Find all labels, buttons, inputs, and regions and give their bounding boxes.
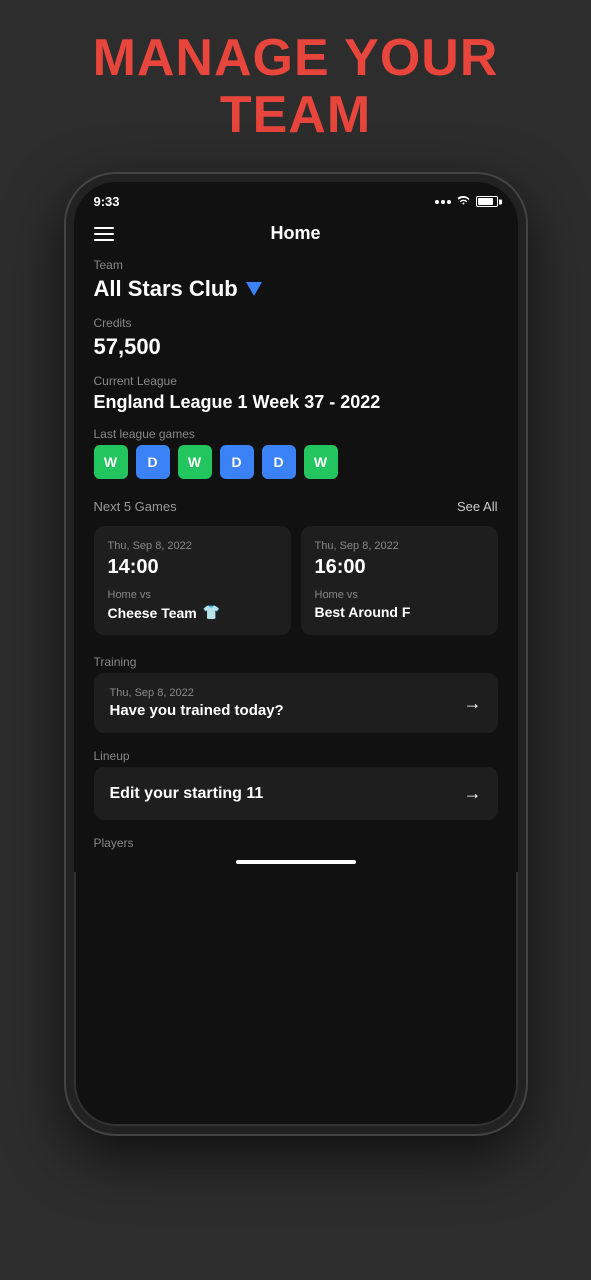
home-indicator	[236, 860, 356, 864]
jersey-icon: 👕	[203, 604, 220, 621]
team-label: Team	[94, 258, 498, 272]
last-games-label: Last league games	[94, 427, 498, 441]
status-bar: 9:33	[74, 182, 518, 215]
status-time: 9:33	[94, 194, 120, 209]
phone-screen: 9:33 Home	[74, 182, 518, 872]
lineup-card[interactable]: Edit your starting 11 →	[94, 767, 498, 820]
credits-value: 57,500	[94, 334, 498, 360]
players-label: Players	[94, 836, 498, 850]
main-content: Team All Stars Club Credits 57,500 Curre…	[74, 258, 518, 850]
game-time: 14:00	[108, 556, 277, 579]
wifi-icon	[456, 195, 471, 209]
lineup-section: Lineup Edit your starting 11 →	[94, 749, 498, 820]
games-row: Thu, Sep 8, 2022 14:00 Home vs Cheese Te…	[94, 526, 498, 635]
page-headline: MANAGE YOUR TEAM	[93, 30, 499, 174]
lineup-title: Edit your starting 11	[110, 785, 264, 803]
league-label: Current League	[94, 374, 498, 388]
game-date: Thu, Sep 8, 2022	[315, 540, 484, 552]
result-badge: D	[262, 445, 296, 479]
status-icons	[435, 195, 498, 209]
training-date: Thu, Sep 8, 2022	[110, 687, 284, 699]
hamburger-button[interactable]	[94, 227, 114, 241]
game-home-vs: Home vs	[315, 589, 484, 601]
training-title: Have you trained today?	[110, 702, 284, 719]
next-games-title: Next 5 Games	[94, 499, 177, 514]
game-card[interactable]: Thu, Sep 8, 2022 16:00 Home vs Best Arou…	[301, 526, 498, 635]
credits-label: Credits	[94, 316, 498, 330]
shield-icon	[246, 282, 262, 296]
last-games-section: Last league games WDWDDW	[94, 427, 498, 479]
battery-icon	[476, 196, 498, 207]
app-header: Home	[74, 215, 518, 258]
result-badge: D	[136, 445, 170, 479]
next-games-header: Next 5 Games See All	[94, 499, 498, 514]
result-badge: W	[94, 445, 128, 479]
training-arrow-icon: →	[464, 693, 482, 714]
league-section: Current League England League 1 Week 37 …	[94, 374, 498, 413]
result-badge: W	[178, 445, 212, 479]
header-title: Home	[270, 223, 320, 244]
result-badge: W	[304, 445, 338, 479]
game-date: Thu, Sep 8, 2022	[108, 540, 277, 552]
training-section: Training Thu, Sep 8, 2022 Have you train…	[94, 655, 498, 733]
headline-line1: MANAGE YOUR	[93, 29, 499, 87]
league-value: England League 1 Week 37 - 2022	[94, 392, 498, 413]
result-badge: D	[220, 445, 254, 479]
game-time: 16:00	[315, 556, 484, 579]
signal-dots-icon	[435, 200, 451, 204]
headline-line2: TEAM	[220, 86, 371, 144]
lineup-arrow-icon: →	[464, 783, 482, 804]
training-label: Training	[94, 655, 498, 669]
game-home-vs: Home vs	[108, 589, 277, 601]
team-section: Team All Stars Club	[94, 258, 498, 302]
phone-frame: 9:33 Home	[66, 174, 526, 1134]
results-row: WDWDDW	[94, 445, 498, 479]
training-card[interactable]: Thu, Sep 8, 2022 Have you trained today?…	[94, 673, 498, 733]
lineup-label: Lineup	[94, 749, 498, 763]
next-games-section: Next 5 Games See All Thu, Sep 8, 2022 14…	[94, 499, 498, 635]
credits-section: Credits 57,500	[94, 316, 498, 360]
see-all-button[interactable]: See All	[457, 499, 497, 514]
game-team: Cheese Team 👕	[108, 604, 277, 621]
game-card[interactable]: Thu, Sep 8, 2022 14:00 Home vs Cheese Te…	[94, 526, 291, 635]
players-section: Players	[94, 836, 498, 850]
game-team: Best Around F	[315, 604, 484, 620]
team-name: All Stars Club	[94, 276, 498, 302]
